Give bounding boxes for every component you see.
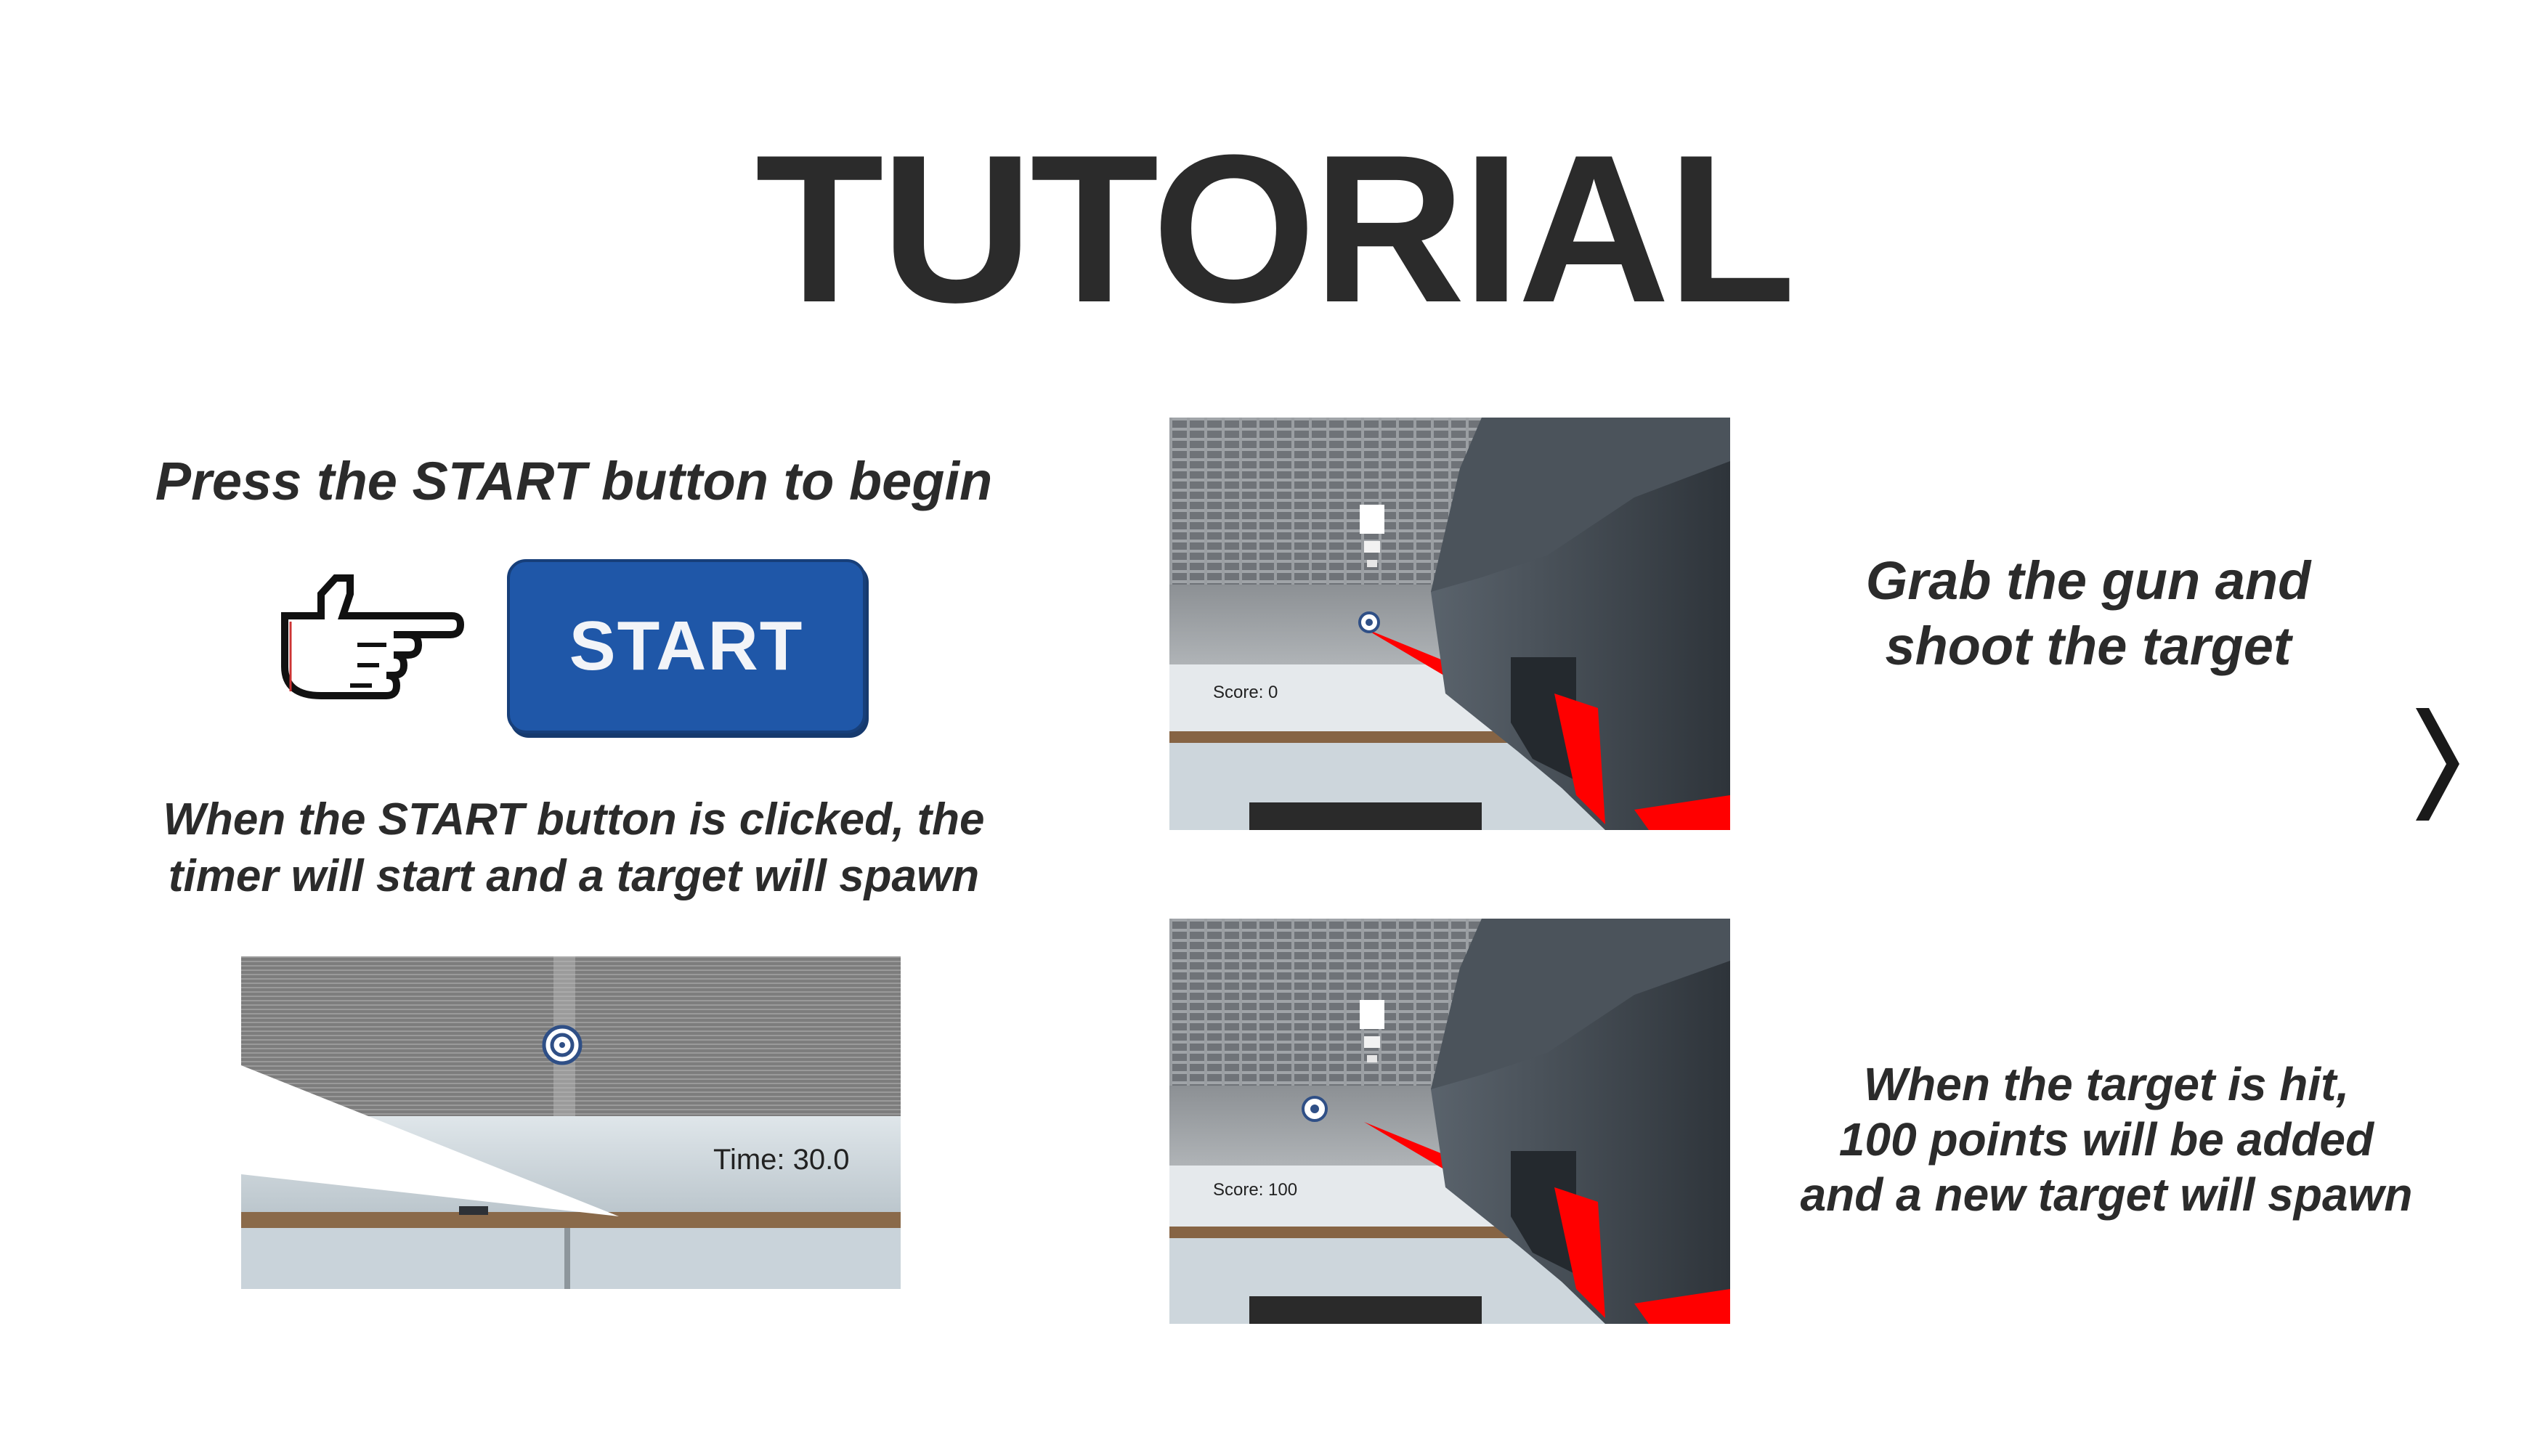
score-readout: Score: 0 <box>1213 683 1278 702</box>
gun-screenshot-score-0: Score: 0 <box>1169 418 1730 830</box>
grab-instruction-line-1: Grab the gun and <box>1865 550 2311 611</box>
target-icon <box>542 1025 583 1065</box>
page-title: TUTORIAL <box>755 111 1796 346</box>
gun-screenshot-score-100: Score: 100 <box>1169 919 1730 1324</box>
hit-instruction: When the target is hit, 100 points will … <box>1729 1057 2484 1222</box>
chevron-right-icon[interactable] <box>2416 708 2459 821</box>
start-instruction: Press the START button to begin <box>155 451 993 511</box>
timer-readout: Time: 30.0 <box>713 1144 850 1176</box>
grab-instruction-line-2: shoot the target <box>1885 616 2292 676</box>
hit-instruction-line-2: 100 points will be added <box>1838 1113 2374 1166</box>
timer-instruction-line-2: timer will start and a target will spawn <box>168 851 980 901</box>
grab-instruction: Grab the gun and shoot the target <box>1743 548 2433 679</box>
score-readout: Score: 100 <box>1213 1180 1298 1200</box>
start-button[interactable]: START <box>507 559 866 733</box>
timer-instruction-line-1: When the START button is clicked, the <box>163 794 985 845</box>
hit-instruction-line-1: When the target is hit, <box>1863 1058 2350 1110</box>
hit-instruction-line-3: and a new target will spawn <box>1800 1168 2413 1221</box>
timer-screenshot: Time: 30.0 <box>241 956 901 1289</box>
timer-instruction: When the START button is clicked, the ti… <box>87 792 1060 905</box>
pointing-hand-icon <box>281 574 465 699</box>
